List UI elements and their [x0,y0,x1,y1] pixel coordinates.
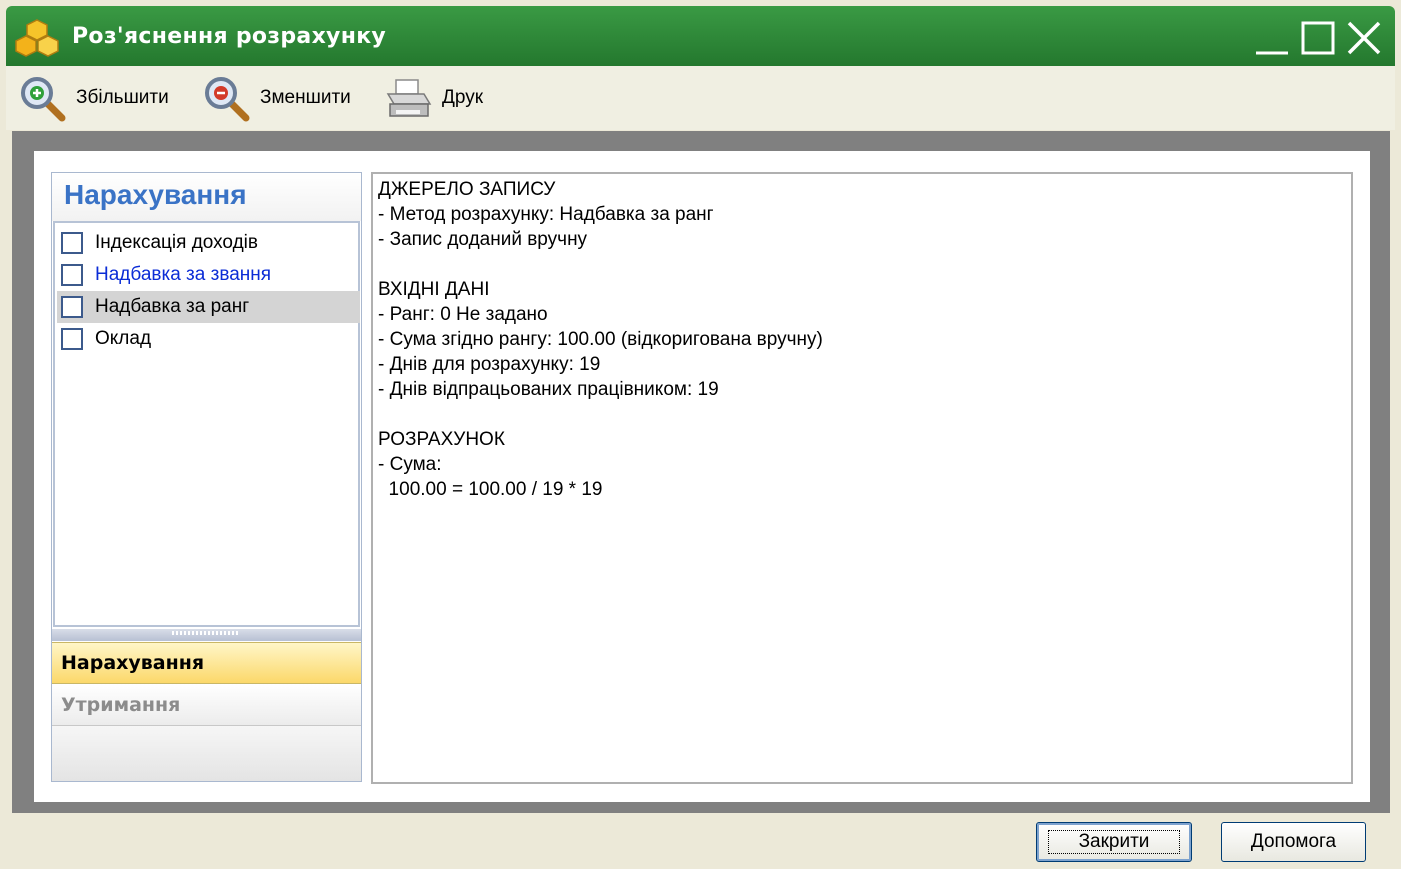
nav-item-list: Індексація доходів Надбавка за звання На… [53,221,360,627]
details-line [378,402,1346,427]
printer-icon [386,79,432,117]
details-line: РОЗРАХУНОК [378,429,505,450]
details-text-panel[interactable]: ДЖЕРЕЛО ЗАПИСУ - Метод розрахунку: Надбав… [371,172,1353,784]
zoom-in-label: Збільшити [76,87,169,108]
details-line: - Сума: [378,454,442,475]
zoom-out-label: Зменшити [260,87,351,108]
zoom-in-button[interactable]: Збільшити [18,74,169,122]
list-item-indexation[interactable]: Індексація доходів [57,227,360,259]
checkbox[interactable] [61,232,83,254]
details-line: - Метод розрахунку: Надбавка за ранг [378,204,714,225]
minimize-icon[interactable] [1254,20,1290,56]
print-label: Друк [442,87,484,108]
details-line: ВХІДНІ ДАНІ [378,279,490,300]
help-button-label: Допомога [1250,831,1337,852]
section-accruals-label: Нарахування [61,652,205,674]
zoom-out-button[interactable]: Зменшити [202,74,351,122]
list-item-label: Індексація доходів [95,232,258,253]
list-item-rank-title-bonus[interactable]: Надбавка за звання [57,259,360,291]
print-button[interactable]: Друк [384,74,483,122]
details-line: - Днів відпрацьованих працівником: 19 [378,379,719,400]
help-button[interactable]: Допомога [1221,822,1366,862]
details-line: ДЖЕРЕЛО ЗАПИСУ [378,179,556,200]
close-button-label: Закрити [1047,830,1181,854]
splitter-grip-icon [172,631,240,635]
close-icon[interactable] [1346,20,1382,56]
details-line [378,252,1346,277]
details-line: - Запис доданий вручну [378,229,588,250]
zoom-in-icon [21,77,66,122]
close-button[interactable]: Закрити [1036,822,1192,862]
panel-splitter[interactable] [52,629,361,641]
title-bar[interactable]: Роз'яснення розрахунку [6,6,1395,66]
checkbox[interactable] [61,264,83,286]
zoom-out-icon [205,77,250,122]
window-title: Роз'яснення розрахунку [72,24,387,49]
nav-header: Нарахування [52,173,361,221]
checkbox[interactable] [61,328,83,350]
section-deductions-label: Утримання [61,693,181,716]
calculation-explanation-window: Роз'яснення розрахунку Збільшити Зменшит… [0,0,1401,869]
list-item-label: Надбавка за звання [95,264,272,285]
list-item-label: Оклад [95,328,152,349]
details-line: 100.00 = 100.00 / 19 * 19 [378,479,603,500]
maximize-icon[interactable] [1300,20,1336,56]
list-item-label: Надбавка за ранг [95,296,250,317]
app-honeycomb-icon [15,19,59,57]
section-accruals[interactable]: Нарахування [52,642,361,684]
checkbox[interactable] [61,296,83,318]
nav-footer [52,726,361,781]
navigation-panel: Нарахування Індексація доходів Надбавка … [51,172,362,782]
section-deductions[interactable]: Утримання [52,684,361,726]
content-frame: Нарахування Індексація доходів Надбавка … [12,131,1390,813]
nav-header-title: Нарахування [64,179,247,210]
list-item-salary[interactable]: Оклад [57,323,360,355]
list-item-rank-bonus[interactable]: Надбавка за ранг [57,291,360,323]
details-line: - Сума згідно рангу: 100.00 (відкоригова… [378,329,823,350]
details-line: - Днів для розрахунку: 19 [378,354,601,375]
toolbar: Збільшити Зменшити Друк [6,66,1395,130]
details-line: - Ранг: 0 Не задано [378,304,548,325]
content-area: Нарахування Індексація доходів Надбавка … [34,151,1370,802]
